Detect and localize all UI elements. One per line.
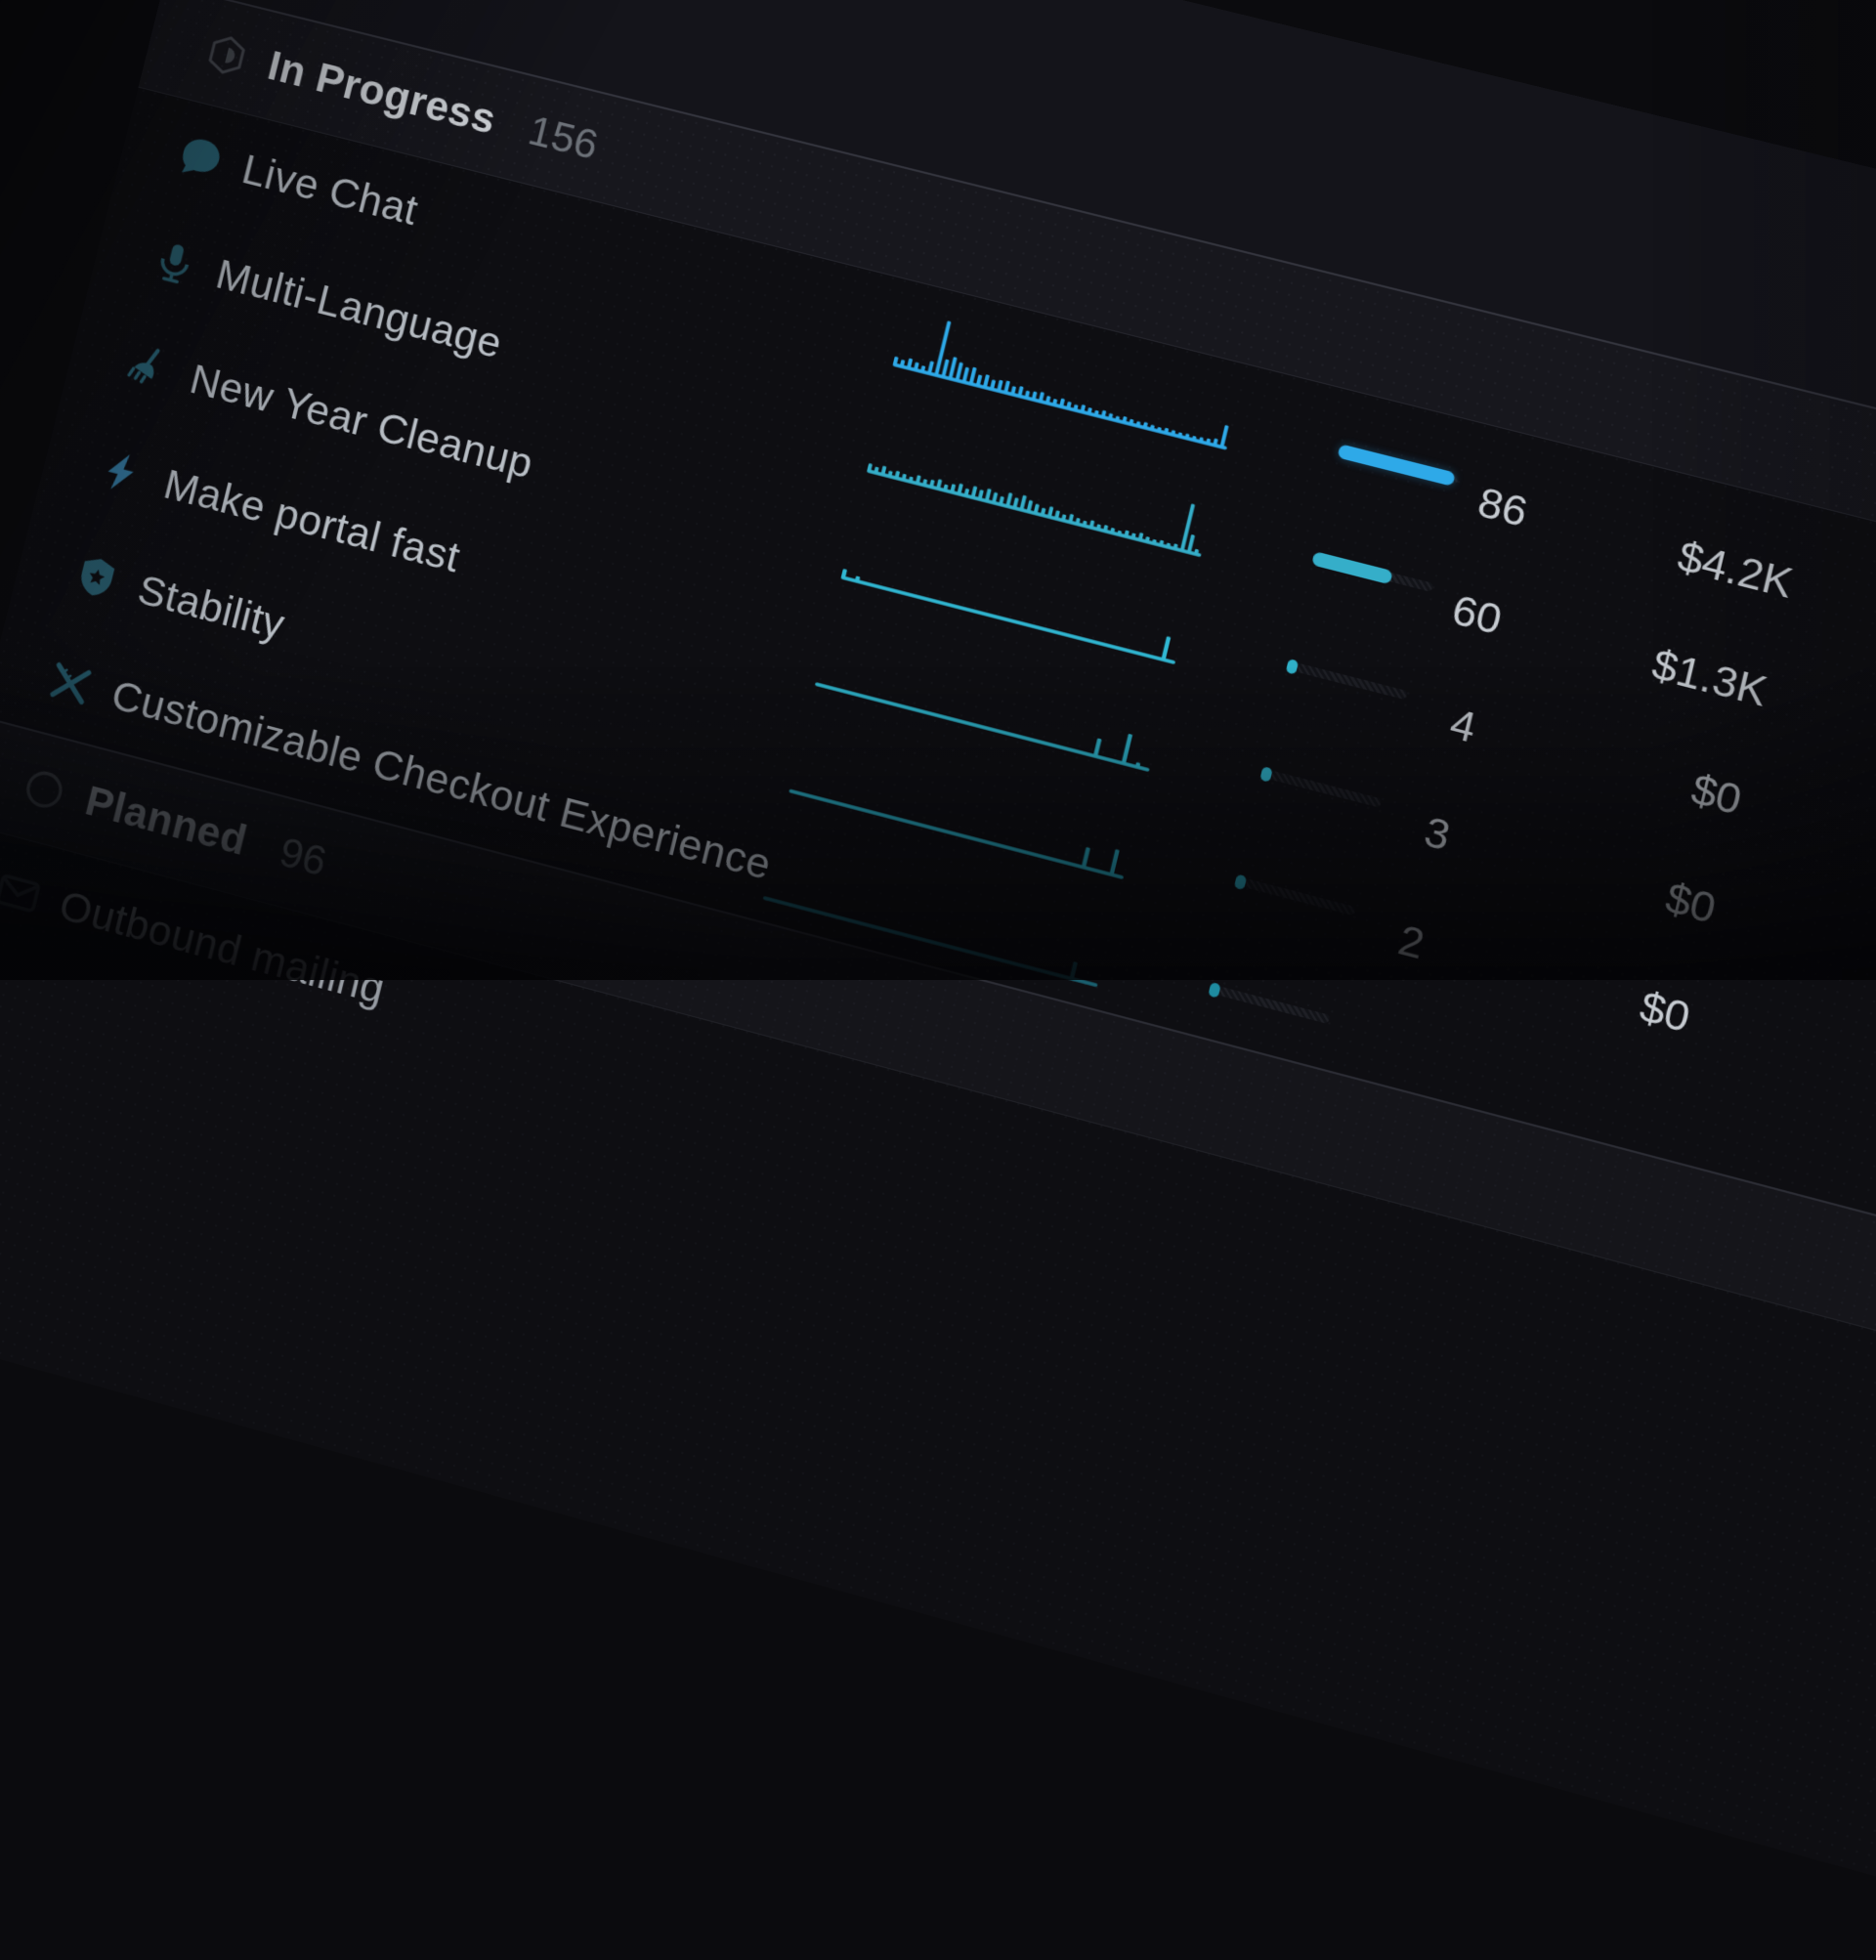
effort-bar-fill: [1208, 981, 1221, 998]
effort-bar-fill: [1286, 659, 1300, 675]
group-count-badge: 156: [524, 107, 603, 169]
effort-bar-fill: [1234, 873, 1248, 890]
chat-bubble-icon: [173, 130, 229, 186]
effort-bar-fill: [1259, 766, 1273, 783]
lightning-bolt-icon: [95, 445, 150, 501]
group-count-badge: 96: [275, 828, 331, 886]
app-screenshot: { "page": { "background": "#0b0b0e", "ac…: [0, 0, 1876, 980]
microphone-icon: [147, 234, 202, 290]
status-planned-icon: [19, 762, 71, 816]
status-in-progress-icon: [201, 28, 253, 80]
group-label: Planned: [81, 777, 252, 865]
broom-icon: [121, 339, 177, 396]
feature-board: In Progress 156 Live Chat 86 $4.2K Multi…: [0, 0, 1876, 1960]
effort-bar-track: [1209, 984, 1331, 1024]
envelope-icon: [0, 865, 46, 921]
shield-star-icon: [68, 549, 124, 606]
ruler-pen-icon: [42, 655, 98, 711]
